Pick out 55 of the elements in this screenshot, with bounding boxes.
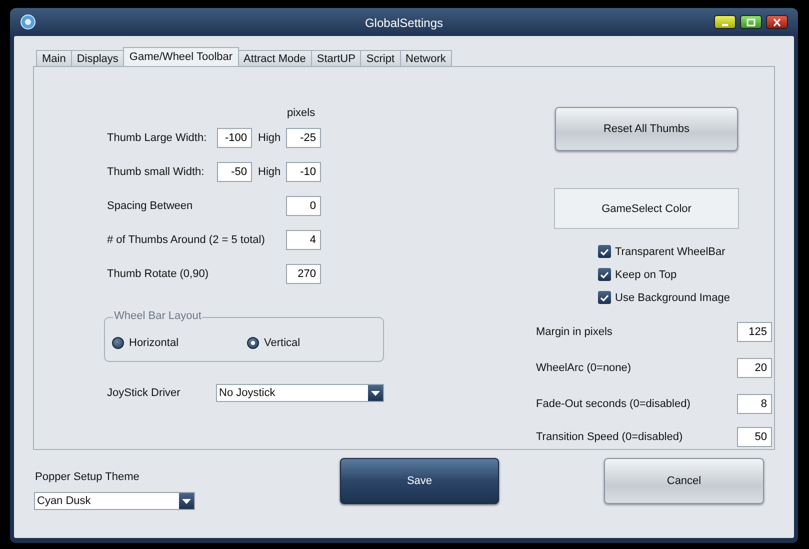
number-field[interactable]: 4 bbox=[286, 230, 321, 250]
minimize-button[interactable] bbox=[714, 15, 736, 29]
field-label: Fade-Out seconds (0=disabled) bbox=[536, 398, 690, 410]
radio-label[interactable]: Horizontal bbox=[129, 336, 179, 348]
tab[interactable]: Main bbox=[36, 50, 72, 66]
field-label: Spacing Between bbox=[107, 200, 194, 212]
tab[interactable]: Attract Mode bbox=[238, 50, 312, 66]
checkbox-label[interactable]: Use Background Image bbox=[615, 292, 730, 304]
number-field[interactable]: -25 bbox=[286, 128, 321, 148]
number-field[interactable]: -10 bbox=[286, 162, 321, 182]
close-icon[interactable] bbox=[771, 16, 783, 28]
number-field[interactable]: -50 bbox=[217, 162, 252, 182]
tab[interactable]: Network bbox=[400, 50, 452, 66]
checkbox[interactable] bbox=[598, 245, 611, 258]
field-label: Transition Speed (0=disabled) bbox=[536, 431, 683, 443]
checkbox-label[interactable]: Keep on Top bbox=[615, 268, 677, 280]
tab[interactable]: Script bbox=[360, 50, 401, 66]
group-title: Wheel Bar Layout bbox=[113, 310, 202, 322]
field-label: JoyStick Driver bbox=[107, 387, 182, 399]
window-title: GlobalSettings bbox=[364, 16, 444, 30]
radio-button[interactable] bbox=[112, 336, 124, 348]
checkbox[interactable] bbox=[598, 291, 611, 304]
number-field[interactable]: 0 bbox=[286, 196, 321, 216]
unit-label: pixels bbox=[287, 107, 316, 121]
field-label: Popper Setup Theme bbox=[35, 471, 140, 485]
dropdown[interactable]: No Joystick bbox=[216, 384, 384, 402]
field-label: # of Thumbs Around (2 = 5 total) bbox=[107, 234, 266, 246]
color-button[interactable]: GameSelect Color bbox=[554, 188, 739, 229]
app-icon bbox=[20, 14, 36, 30]
maximize-button[interactable] bbox=[740, 15, 762, 29]
number-field[interactable]: 20 bbox=[737, 358, 772, 378]
save-button[interactable]: Save bbox=[340, 458, 499, 504]
number-field[interactable]: 125 bbox=[737, 322, 772, 342]
tab[interactable]: Displays bbox=[70, 50, 124, 66]
field-label: High bbox=[257, 132, 282, 144]
checkbox-label[interactable]: Transparent WheelBar bbox=[615, 246, 726, 258]
number-field[interactable]: -100 bbox=[217, 128, 252, 148]
number-field[interactable]: 270 bbox=[286, 264, 321, 284]
number-field[interactable]: 50 bbox=[737, 427, 772, 447]
reset-button[interactable]: Reset All Thumbs bbox=[555, 107, 738, 151]
tab[interactable]: StartUP bbox=[310, 50, 362, 66]
field-label: Thumb small Width: bbox=[107, 166, 206, 178]
field-label: Margin in pixels bbox=[536, 326, 612, 338]
field-label: Thumb Large Width: bbox=[107, 132, 208, 144]
radio-button[interactable] bbox=[247, 336, 259, 348]
field-label: Thumb Rotate (0,90) bbox=[107, 268, 210, 280]
field-label: WheelArc (0=none) bbox=[536, 362, 632, 374]
checkbox[interactable] bbox=[598, 268, 611, 281]
close-button[interactable] bbox=[766, 15, 788, 29]
radio-label[interactable]: Vertical bbox=[264, 336, 300, 348]
dropdown[interactable]: Cyan Dusk bbox=[34, 492, 195, 510]
number-field[interactable]: 8 bbox=[737, 394, 772, 414]
tab[interactable]: Game/Wheel Toolbar bbox=[123, 47, 239, 66]
field-label: High bbox=[257, 166, 282, 178]
cancel-button[interactable]: Cancel bbox=[604, 458, 764, 504]
